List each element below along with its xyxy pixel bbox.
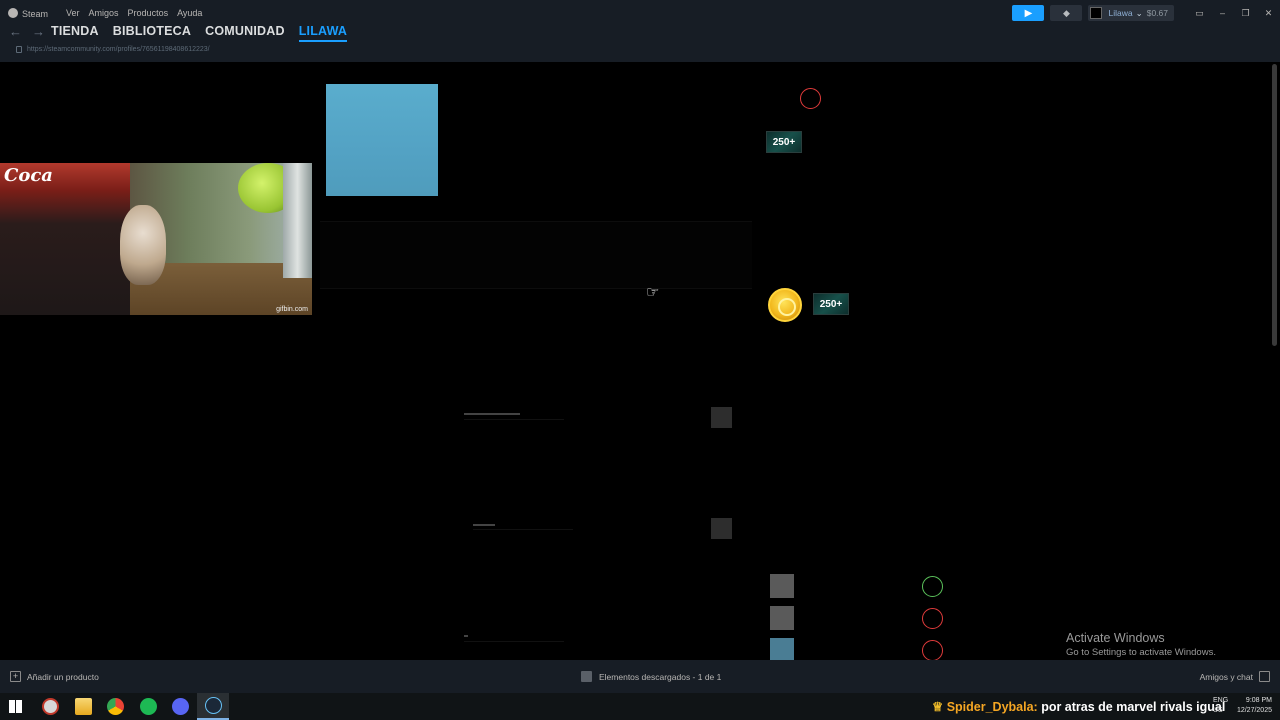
big-picture-icon[interactable]: ▭ — [1188, 8, 1211, 19]
window-controls: ▶ ◆ Lilawa ⌄ $0.67 ▭ – ❐ ✕ — [1012, 4, 1280, 22]
discord-icon[interactable] — [172, 698, 189, 715]
profile-summary-panel — [320, 221, 752, 289]
windows-taskbar: ♕ Spider_Dybala: por atras de marvel riv… — [0, 693, 1280, 720]
placeholder-thumbnail[interactable] — [711, 407, 732, 428]
page-scrollbar[interactable] — [1272, 64, 1277, 346]
tab-tienda[interactable]: TIENDA — [51, 24, 99, 42]
add-product-button[interactable]: + Añadir un producto — [10, 671, 99, 682]
coin-badge-icon[interactable] — [768, 288, 802, 322]
arrow-right-icon[interactable]: → — [32, 24, 45, 39]
friend-avatar[interactable] — [770, 638, 794, 662]
chrome-canary-icon[interactable] — [42, 698, 59, 715]
profile-showcase-gif: Coca gifbin.com — [0, 163, 312, 315]
status-ring-icon — [800, 88, 821, 109]
downloads-status[interactable]: Elementos descargados - 1 de 1 — [581, 671, 721, 682]
chat-ticker: ♕ Spider_Dybala: por atras de marvel riv… — [932, 699, 1225, 714]
friend-avatar[interactable] — [770, 574, 794, 598]
account-menu[interactable]: Lilawa ⌄ $0.67 — [1088, 5, 1174, 21]
menu-bar: Steam Ver Amigos Productos Ayuda — [8, 6, 211, 20]
online-status-icon — [922, 576, 943, 597]
downloads-label: Elementos descargados - 1 de 1 — [599, 671, 722, 682]
level-badge[interactable]: 250+ — [766, 131, 802, 153]
minimize-icon[interactable]: – — [1211, 8, 1234, 18]
offline-status-icon — [922, 608, 943, 629]
ticker-message: por atras de marvel rivals igual — [1041, 700, 1226, 714]
spotify-icon[interactable] — [140, 698, 157, 715]
bottle-label: Coca — [4, 165, 53, 186]
offline-status-icon — [922, 640, 943, 661]
menu-item-amigos[interactable]: Amigos — [89, 8, 119, 18]
bell-icon: ◆ — [1063, 7, 1070, 18]
add-product-label: Añadir un producto — [27, 671, 99, 682]
friends-chat-button[interactable]: Amigos y chat — [1200, 671, 1270, 682]
arrow-left-icon[interactable]: ← — [9, 24, 22, 39]
hamster-image — [120, 205, 166, 285]
gif-watermark: gifbin.com — [276, 306, 308, 313]
download-icon — [581, 671, 592, 682]
steam-taskbar-button[interactable] — [197, 693, 229, 720]
placeholder-thumbnail[interactable] — [711, 518, 732, 539]
tab-lilawa[interactable]: LILAWA — [298, 24, 348, 42]
crown-icon: ♕ — [932, 700, 944, 714]
megaphone-icon: ▶ — [1024, 7, 1033, 19]
steam-logo-icon — [8, 8, 18, 18]
restore-icon[interactable]: ❐ — [1234, 8, 1257, 19]
activation-title: Activate Windows — [1066, 631, 1165, 645]
steam-titlebar: Steam Ver Amigos Productos Ayuda ← → TIE… — [0, 0, 1280, 62]
friends-chat-label: Amigos y chat — [1199, 671, 1253, 682]
divider — [464, 641, 564, 642]
chat-icon — [1259, 671, 1270, 682]
tab-biblioteca[interactable]: BIBLIOTECA — [113, 24, 191, 42]
profile-page: Coca gifbin.com 250+ 250+ ☞ Activate Win… — [0, 62, 1280, 662]
progress-bar — [473, 524, 495, 526]
glass-image — [283, 163, 312, 278]
notifications-button[interactable]: ◆ — [1050, 5, 1083, 21]
close-icon[interactable]: ✕ — [1257, 8, 1280, 19]
divider — [464, 419, 564, 420]
wallet-balance: $0.67 — [1146, 8, 1168, 18]
nav-arrows: ← → — [9, 24, 45, 39]
language-code: ENG — [1213, 697, 1229, 704]
account-name: Lilawa — [1108, 8, 1133, 18]
plus-icon: + — [10, 671, 21, 682]
region-code: US — [1213, 707, 1223, 714]
hand-cursor-icon: ☞ — [646, 284, 660, 301]
menu-item-ayuda[interactable]: Ayuda — [177, 8, 202, 18]
url-display[interactable]: https://steamcommunity.com/profiles/7656… — [27, 46, 210, 53]
system-clock[interactable]: 9:08 PM 12/27/2025 — [1237, 696, 1272, 716]
windows-activation-watermark: Activate Windows Go to Settings to activ… — [1066, 631, 1216, 658]
chrome-icon[interactable] — [107, 698, 124, 715]
tab-comunidad[interactable]: COMUNIDAD — [205, 24, 285, 42]
clock-time: 9:08 PM — [1245, 697, 1272, 704]
steam-statusbar: + Añadir un producto Elementos descargad… — [0, 660, 1280, 693]
menu-item-productos[interactable]: Productos — [128, 8, 169, 18]
level-badge[interactable]: 250+ — [813, 293, 849, 315]
clock-date: 12/27/2025 — [1236, 707, 1272, 714]
steam-icon — [205, 697, 222, 714]
announcements-button[interactable]: ▶ — [1012, 5, 1045, 21]
language-indicator[interactable]: ENG US — [1213, 696, 1228, 716]
activation-subtitle: Go to Settings to activate Windows. — [1066, 647, 1216, 658]
progress-bar — [464, 635, 468, 637]
steam-menu[interactable]: Steam — [8, 7, 57, 19]
main-tabs: TIENDA BIBLIOTECA COMUNIDAD LILAWA — [51, 24, 348, 42]
windows-start-icon[interactable] — [9, 700, 22, 713]
friend-avatar[interactable] — [770, 606, 794, 630]
profile-avatar-frame[interactable] — [326, 84, 438, 196]
progress-bar — [464, 413, 520, 415]
file-explorer-icon[interactable] — [75, 698, 92, 715]
lock-icon — [16, 46, 22, 53]
divider — [473, 529, 573, 530]
menu-item-ver[interactable]: Ver — [66, 8, 80, 18]
chevron-down-icon: ⌄ — [1135, 7, 1143, 18]
avatar — [1090, 7, 1103, 19]
ticker-username: Spider_Dybala: — [946, 700, 1038, 714]
